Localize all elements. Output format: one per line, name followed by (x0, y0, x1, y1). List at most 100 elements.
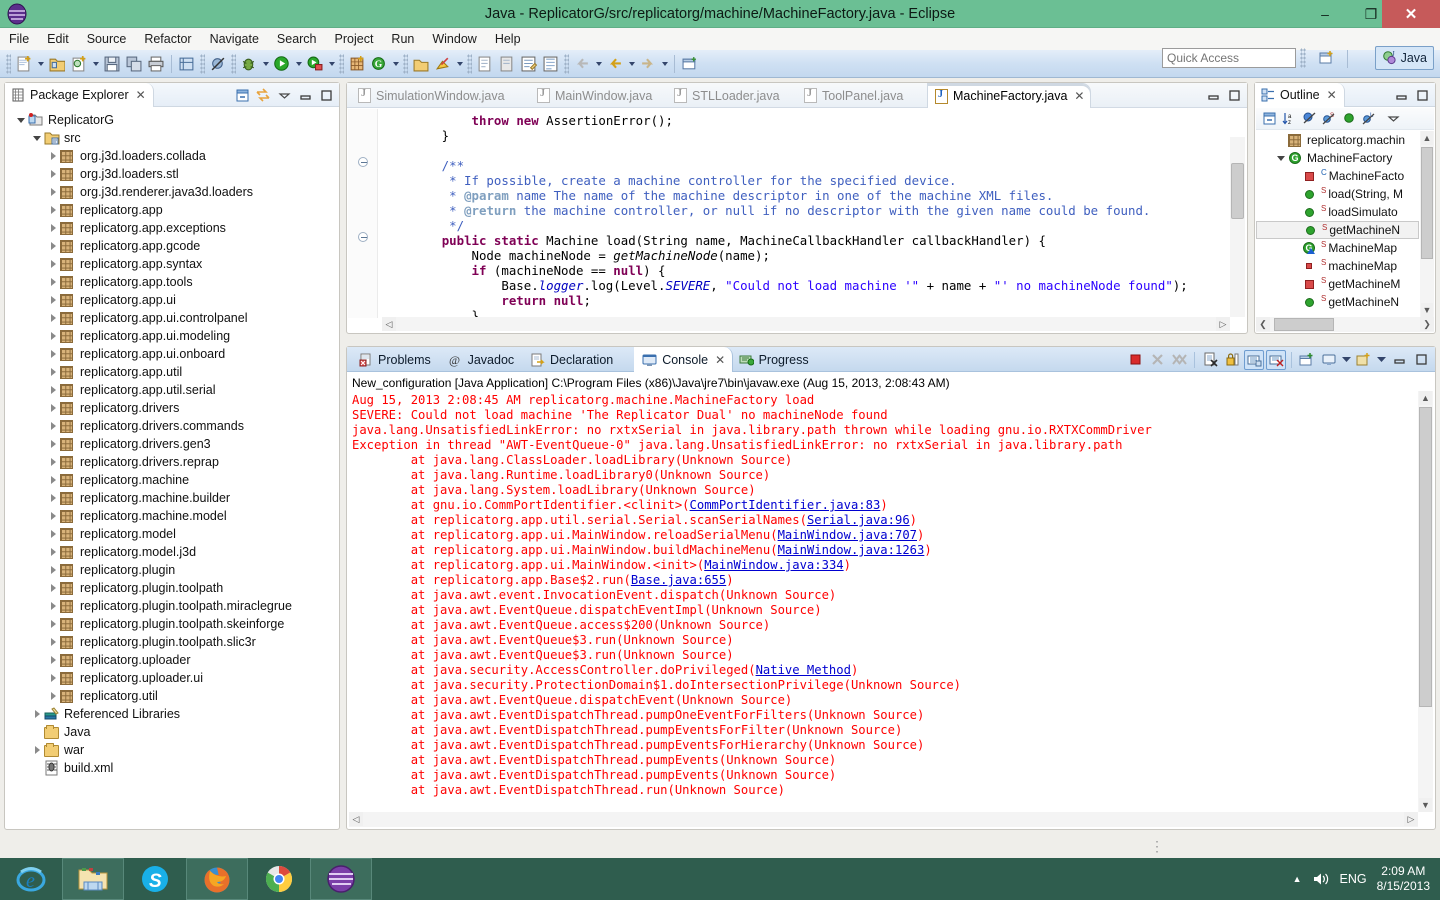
previous-edit-dropdown[interactable] (626, 52, 637, 76)
package-tree-item[interactable]: replicatorg.app.util.serial (6, 381, 338, 399)
console-body[interactable]: New_configuration [Java Application] C:\… (348, 373, 1434, 828)
tree-expand-arrow[interactable] (46, 219, 60, 237)
console-stack-link[interactable]: MainWindow.java:1263 (778, 543, 925, 557)
outline-item[interactable]: C MachineFacto (1256, 167, 1419, 185)
console-tab-progress[interactable]: Progress (731, 347, 817, 372)
editor-tab-stlloader[interactable]: STLLoader.java (667, 83, 787, 108)
package-tree-item[interactable]: replicatorg.plugin.toolpath.slic3r (6, 633, 338, 651)
tree-expand-arrow[interactable] (46, 327, 60, 345)
package-tree-item[interactable]: replicatorg.machine (6, 471, 338, 489)
next-edit-button[interactable] (637, 52, 659, 76)
tree-expand-arrow[interactable] (46, 633, 60, 651)
toggle-mark-occurrences-button[interactable] (540, 52, 562, 76)
package-tree-item[interactable]: Referenced Libraries (6, 705, 338, 723)
package-tree-item[interactable]: replicatorg.plugin (6, 561, 338, 579)
tab-package-explorer[interactable]: Package Explorer ✕ (5, 83, 154, 107)
tree-expand-arrow[interactable] (30, 741, 44, 759)
editor-hscroll-right-button[interactable]: ▷ (1216, 317, 1230, 331)
next-edit-dropdown[interactable] (659, 52, 670, 76)
collapse-all-icon[interactable] (1260, 110, 1278, 128)
tree-expand-arrow[interactable] (46, 381, 60, 399)
new-console-dropdown[interactable] (1376, 350, 1387, 370)
taskbar-skype-button[interactable]: S (124, 858, 186, 900)
package-tree-item[interactable]: replicatorg.uploader.ui (6, 669, 338, 687)
outline-item[interactable]: G S MachineMap (1256, 239, 1419, 257)
outline-item[interactable]: SgetMachineN (1256, 293, 1419, 311)
outline-close-icon[interactable]: ✕ (1327, 88, 1337, 102)
outline-item[interactable]: SgetMachineM (1256, 275, 1419, 293)
console-stack-link[interactable]: MainWindow.java:334 (704, 558, 843, 572)
package-tree-item[interactable]: war (6, 741, 338, 759)
package-tree-item[interactable]: replicatorg.app.ui.controlpanel (6, 309, 338, 327)
outline-scroll-left-button[interactable]: ❮ (1256, 317, 1270, 331)
package-tree-item[interactable]: replicatorg.drivers.gen3 (6, 435, 338, 453)
toolbar-grip[interactable] (403, 53, 408, 74)
tree-expand-arrow[interactable] (46, 417, 60, 435)
outline-maximize-icon[interactable] (1413, 86, 1431, 104)
new-class-button[interactable] (68, 52, 90, 76)
console-stack-link[interactable]: Base.java:655 (631, 573, 726, 587)
tree-expand-arrow[interactable] (46, 561, 60, 579)
tree-expand-arrow[interactable] (14, 111, 28, 129)
link-with-editor-icon[interactable] (254, 86, 272, 104)
maximize-icon[interactable] (317, 86, 335, 104)
tree-expand-arrow[interactable] (46, 201, 60, 219)
open-perspective-button[interactable] (1314, 46, 1340, 70)
new-wizard-button[interactable] (13, 52, 35, 76)
new-annotation-dropdown[interactable] (390, 52, 401, 76)
tree-expand-arrow[interactable] (46, 273, 60, 291)
menu-source[interactable]: Source (78, 30, 136, 48)
fold-marker-method[interactable] (358, 232, 368, 242)
editor-hscroll-left-button[interactable]: ◁ (382, 317, 396, 331)
tree-expand-arrow[interactable] (46, 183, 60, 201)
tree-expand-arrow[interactable] (46, 309, 60, 327)
package-tree-item[interactable]: replicatorg.app.util (6, 363, 338, 381)
tree-expand-arrow[interactable] (46, 471, 60, 489)
window-close-button[interactable]: ✕ (1382, 0, 1440, 28)
search-dropdown[interactable] (454, 52, 465, 76)
save-button[interactable] (101, 52, 123, 76)
new-java-project-button[interactable] (46, 52, 68, 76)
taskbar-file-explorer-button[interactable] (62, 858, 124, 900)
editor-vertical-scrollbar[interactable] (1230, 137, 1245, 317)
view-menu-icon[interactable] (275, 86, 293, 104)
print-button[interactable] (145, 52, 167, 76)
menu-edit[interactable]: Edit (38, 30, 78, 48)
package-tree-item[interactable]: replicatorg.model (6, 525, 338, 543)
console-minimize-icon[interactable] (1389, 350, 1409, 370)
console-stack-link[interactable]: CommPortIdentifier.java:83 (690, 498, 881, 512)
tree-expand-arrow[interactable] (46, 255, 60, 273)
taskbar-eclipse-button[interactable] (310, 858, 372, 900)
debug-dropdown[interactable] (260, 52, 271, 76)
volume-icon[interactable] (1312, 871, 1330, 887)
new-console-view-icon[interactable] (1354, 350, 1374, 370)
menu-refactor[interactable]: Refactor (135, 30, 200, 48)
menu-window[interactable]: Window (423, 30, 485, 48)
package-tree-item[interactable]: replicatorg.app.exceptions (6, 219, 338, 237)
menu-help[interactable]: Help (486, 30, 530, 48)
outline-tree[interactable]: replicatorg.machin G MachineFactory C Machin… (1256, 131, 1419, 317)
search-button[interactable] (432, 52, 454, 76)
editor-tab-toolpanel[interactable]: ToolPanel.java (797, 83, 910, 108)
outline-minimize-icon[interactable] (1392, 86, 1410, 104)
open-type-button[interactable] (410, 52, 432, 76)
package-tree-item[interactable]: replicatorg.app.tools (6, 273, 338, 291)
package-tree-item[interactable]: Java (6, 723, 338, 741)
package-tree-item[interactable]: replicatorg.plugin.toolpath.miraclegrue (6, 597, 338, 615)
console-tab-close-icon[interactable]: ✕ (715, 353, 725, 367)
console-tab-console[interactable]: Console ✕ (634, 347, 734, 372)
toolbar-grip[interactable] (200, 53, 205, 74)
package-tree-item[interactable]: replicatorg.app.ui.onboard (6, 345, 338, 363)
tree-expand-arrow[interactable] (46, 363, 60, 381)
tree-expand-arrow[interactable] (46, 489, 60, 507)
outline-scroll-up-button[interactable]: ▲ (1421, 131, 1433, 145)
hide-fields-icon[interactable] (1300, 110, 1318, 128)
console-tab-problems[interactable]: Problems (351, 347, 439, 372)
editor-tab-machinefactory[interactable]: MachineFactory.java ✕ (927, 83, 1092, 108)
toolbar-grip[interactable] (6, 53, 11, 74)
taskbar-firefox-button[interactable] (186, 858, 248, 900)
toolbar-grip[interactable] (1300, 48, 1306, 68)
fold-marker-javadoc[interactable] (358, 157, 368, 167)
package-tree-item[interactable]: org.j3d.loaders.stl (6, 165, 338, 183)
previous-edit-button[interactable] (604, 52, 626, 76)
